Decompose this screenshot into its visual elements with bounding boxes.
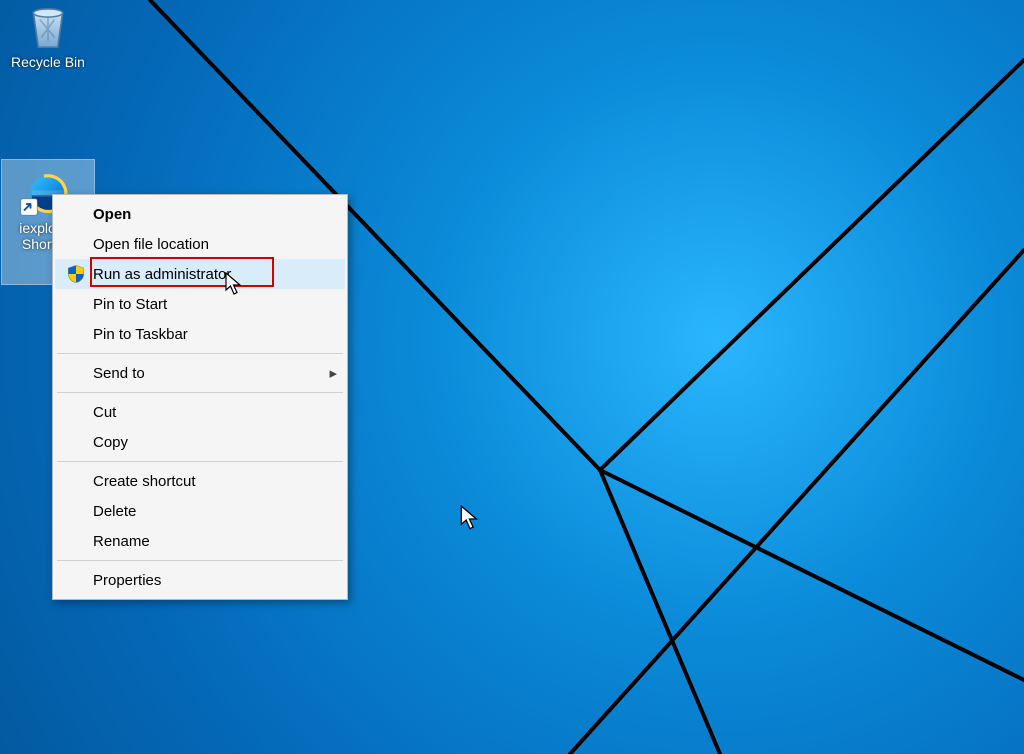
shortcut-overlay-icon	[20, 198, 38, 216]
menu-item-label: Run as administrator	[93, 266, 337, 283]
menu-item-copy[interactable]: Copy	[55, 427, 345, 457]
menu-item-label: Rename	[93, 533, 337, 550]
menu-item-properties[interactable]: Properties	[55, 565, 345, 595]
menu-item-label: Delete	[93, 503, 337, 520]
menu-item-label: Open	[93, 206, 337, 223]
menu-item-label: Properties	[93, 572, 337, 589]
submenu-arrow-icon: ▸	[321, 364, 337, 382]
desktop-icon-recycle-bin[interactable]: Recycle Bin	[2, 0, 94, 70]
menu-item-label: Create shortcut	[93, 473, 337, 490]
menu-item-label: Copy	[93, 434, 337, 451]
menu-separator	[57, 461, 343, 462]
menu-separator	[57, 353, 343, 354]
menu-item-pin-to-taskbar[interactable]: Pin to Taskbar	[55, 319, 345, 349]
menu-item-rename[interactable]: Rename	[55, 526, 345, 556]
menu-item-cut[interactable]: Cut	[55, 397, 345, 427]
menu-separator	[57, 392, 343, 393]
menu-item-label: Cut	[93, 404, 337, 421]
menu-item-delete[interactable]: Delete	[55, 496, 345, 526]
menu-item-pin-to-start[interactable]: Pin to Start	[55, 289, 345, 319]
menu-item-open-file-location[interactable]: Open file location	[55, 229, 345, 259]
desktop-icon-label: Recycle Bin	[11, 54, 85, 70]
menu-item-label: Open file location	[93, 236, 337, 253]
menu-item-run-as-administrator[interactable]: Run as administrator	[55, 259, 345, 289]
menu-separator	[57, 560, 343, 561]
context-menu: Open Open file location Run as administr…	[52, 194, 348, 600]
menu-item-create-shortcut[interactable]: Create shortcut	[55, 466, 345, 496]
menu-item-open[interactable]: Open	[55, 199, 345, 229]
menu-item-send-to[interactable]: Send to ▸	[55, 358, 345, 388]
menu-item-label: Send to	[93, 365, 321, 382]
recycle-bin-icon	[22, 0, 74, 52]
uac-shield-icon	[59, 264, 93, 284]
menu-item-label: Pin to Start	[93, 296, 337, 313]
menu-item-label: Pin to Taskbar	[93, 326, 337, 343]
